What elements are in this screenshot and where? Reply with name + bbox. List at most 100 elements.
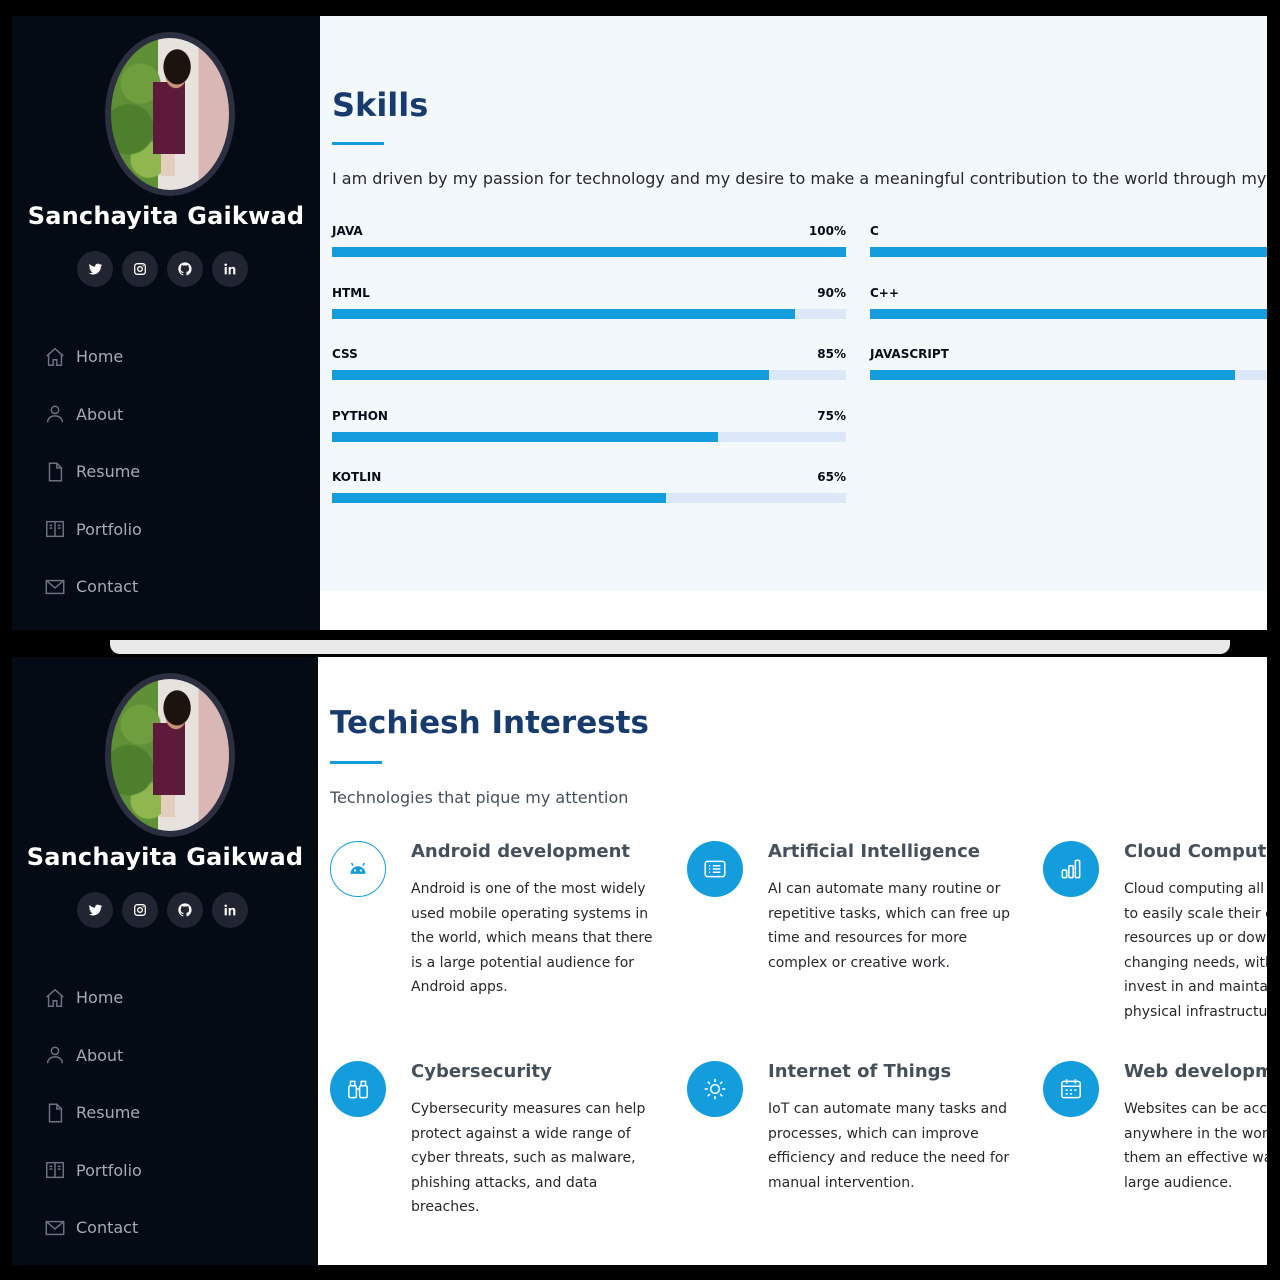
home-icon: [44, 987, 66, 1009]
interest-text: IoT can automate many tasks and processe…: [768, 1101, 1010, 1191]
sun-icon: [687, 1061, 743, 1117]
nav-menu: Home About Resume Portfolio Contact: [44, 328, 142, 616]
interest-text: Websites can be acc anywhere in the wor …: [1124, 1101, 1267, 1191]
calendar-icon: [1043, 1061, 1099, 1117]
interests-screenshot: Sanchayita Gaikwad Home About Resume Por…: [12, 657, 1267, 1265]
interests-subtitle: Technologies that pique my attention: [330, 788, 629, 807]
skill-percent: 75%: [817, 408, 846, 423]
sidebar: Sanchayita Gaikwad Home About Resume Por…: [12, 657, 318, 1265]
browser-scrollbar: [110, 640, 1230, 654]
sidebar: Sanchayita Gaikwad Home About Resume Por…: [12, 16, 320, 630]
github-icon[interactable]: [167, 892, 203, 928]
skill-progress-fill: [870, 247, 1267, 257]
skill-progress-fill: [332, 431, 718, 442]
skill-progress-fill: [332, 247, 846, 257]
interest-text: AI can automate many routine or repetiti…: [768, 881, 1010, 971]
nav-about-label: About: [76, 404, 124, 424]
nav-resume[interactable]: Resume: [44, 443, 142, 501]
skill-name: CSS: [332, 347, 358, 361]
skill-item: CSS 85%: [332, 347, 846, 380]
skills-section: Skills I am driven by my passion for tec…: [320, 16, 1267, 630]
nav-contact-label: Contact: [76, 1218, 139, 1238]
home-icon: [44, 346, 66, 368]
file-icon: [44, 461, 66, 483]
skills-title: Skills: [332, 86, 429, 124]
skill-label-row: CSS 85%: [332, 347, 846, 361]
nav-portfolio-label: Portfolio: [76, 1160, 142, 1180]
skill-name: C++: [870, 285, 899, 300]
envelope-icon: [44, 576, 66, 598]
skill-name: KOTLIN: [332, 470, 382, 484]
nav-home[interactable]: Home: [44, 328, 142, 386]
skill-progress-track: [332, 308, 846, 319]
person-icon: [44, 1044, 66, 1066]
nav-contact[interactable]: Contact: [44, 558, 142, 616]
file-icon: [44, 1102, 66, 1124]
envelope-icon: [44, 1217, 66, 1239]
skill-item: C++: [870, 286, 1267, 319]
github-icon[interactable]: [167, 251, 203, 287]
skill-name: HTML: [332, 285, 370, 300]
skill-item: KOTLIN 65%: [332, 470, 846, 503]
skill-progress-fill: [332, 370, 769, 380]
skill-percent: 100%: [808, 224, 846, 238]
nav-portfolio[interactable]: Portfolio: [44, 501, 142, 559]
nav-home[interactable]: Home: [44, 969, 142, 1027]
interest-title: Artificial Intelligence: [768, 841, 980, 862]
person-icon: [44, 403, 66, 425]
interests-section: Techiesh Interests Technologies that piq…: [318, 657, 1267, 1265]
interest-title: Cloud Computin: [1124, 841, 1267, 862]
skill-item: JAVASCRIPT: [870, 347, 1267, 380]
bar-chart-icon: [1043, 841, 1099, 897]
profile-name: Sanchayita Gaikwad: [27, 202, 305, 230]
twitter-icon[interactable]: [77, 892, 113, 928]
skill-name: PYTHON: [332, 408, 388, 423]
interest-text: Cybersecurity measures can help protect …: [411, 1101, 646, 1215]
nav-home-label: Home: [76, 988, 124, 1008]
skill-progress-track: [870, 308, 1267, 319]
nav-menu: Home About Resume Portfolio Contact: [44, 969, 142, 1257]
nav-home-label: Home: [76, 347, 124, 367]
skill-progress-track: [870, 370, 1267, 380]
nav-resume-label: Resume: [76, 462, 141, 482]
interest-title: Cybersecurity: [411, 1061, 552, 1082]
linkedin-icon[interactable]: [212, 892, 248, 928]
interest-title: Internet of Things: [768, 1061, 952, 1082]
interest-text: Cloud computing all to easily scale thei…: [1124, 881, 1267, 1020]
twitter-icon[interactable]: [77, 251, 113, 287]
skill-progress-track: [870, 247, 1267, 257]
nav-resume[interactable]: Resume: [44, 1084, 142, 1142]
nav-contact-label: Contact: [76, 577, 139, 597]
nav-contact[interactable]: Contact: [44, 1199, 142, 1257]
skill-name: JAVA: [332, 224, 363, 238]
skill-label-row: C: [870, 224, 1267, 238]
nav-portfolio[interactable]: Portfolio: [44, 1142, 142, 1200]
android-icon: [330, 841, 386, 897]
skill-progress-fill: [332, 308, 795, 319]
nav-portfolio-label: Portfolio: [76, 519, 142, 539]
skill-label-row: HTML 90%: [332, 286, 846, 300]
instagram-icon[interactable]: [122, 892, 158, 928]
interest-title: Android development: [411, 841, 631, 862]
profile-avatar: [105, 32, 235, 196]
skill-label-row: C++: [870, 286, 1267, 300]
interests-title-underline: [330, 761, 382, 764]
skills-title-underline: [332, 142, 384, 145]
nav-resume-label: Resume: [76, 1103, 141, 1123]
interest-text: Android is one of the most widely used m…: [411, 881, 653, 995]
social-links: [77, 892, 248, 928]
skill-progress-track: [332, 431, 846, 442]
profile-name: Sanchayita Gaikwad: [26, 843, 304, 871]
skill-progress-fill: [870, 308, 1267, 319]
card-list-icon: [687, 841, 743, 897]
instagram-icon[interactable]: [122, 251, 158, 287]
skill-percent: 85%: [817, 347, 846, 361]
skill-progress-track: [332, 493, 846, 503]
skill-label-row: KOTLIN 65%: [332, 470, 846, 484]
skill-item: HTML 90%: [332, 286, 846, 319]
nav-about[interactable]: About: [44, 1027, 142, 1085]
skill-label-row: PYTHON 75%: [332, 409, 846, 423]
linkedin-icon[interactable]: [212, 251, 248, 287]
skill-progress-fill: [870, 370, 1235, 380]
nav-about[interactable]: About: [44, 386, 142, 444]
